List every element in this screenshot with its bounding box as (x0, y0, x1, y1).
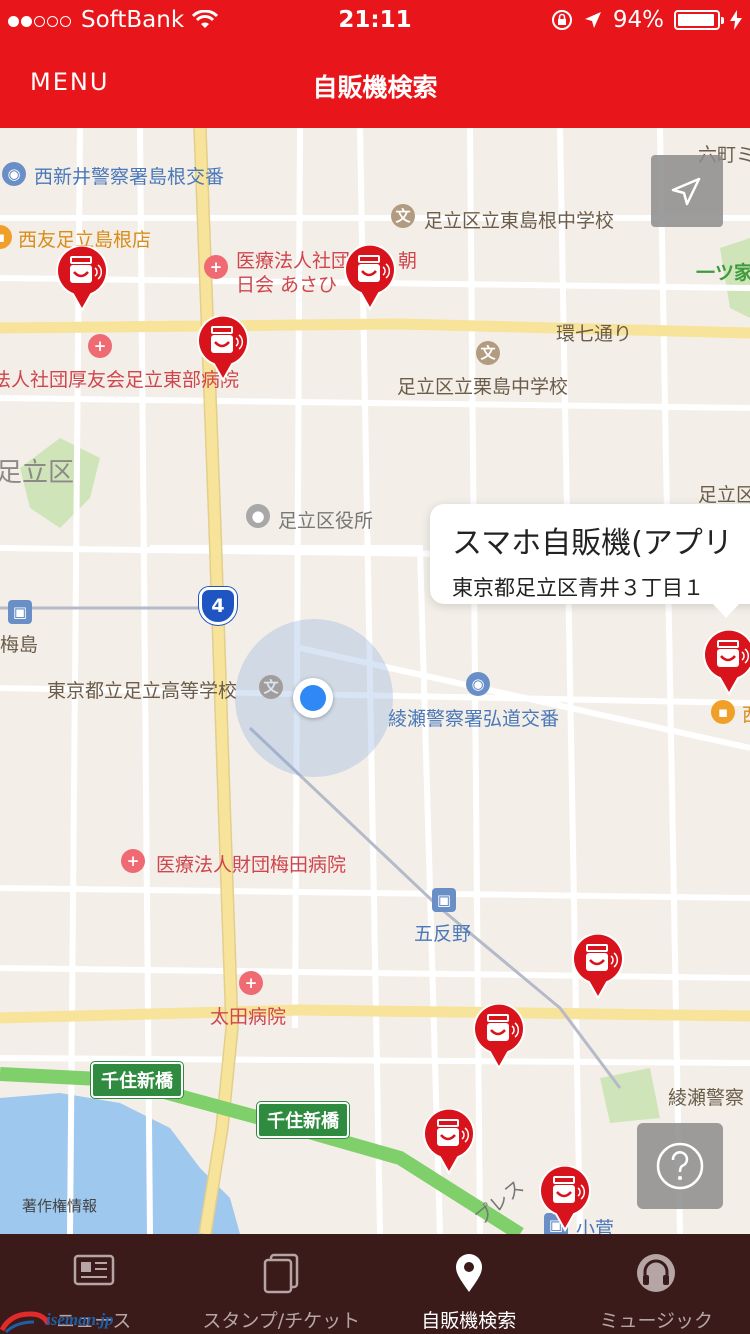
map-label-shop-right: 西 (742, 700, 750, 727)
nav-bar: MENU 自販機検索 (0, 40, 750, 128)
map-label-adachi-hs: 東京都立足立高等学校 (47, 680, 238, 702)
map-label-iryo-1: 医療法人社団 (236, 250, 351, 272)
current-location-button[interactable] (651, 155, 723, 227)
tab-label: ミュージック (599, 1310, 714, 1332)
vending-machine-pin-selected[interactable] (702, 630, 750, 696)
map-view[interactable]: ◉ 西新井警察署島根交番 ▪ 西友足立島根店 文 足立区立東島根中学校 + 医療… (0, 128, 750, 1234)
map-label-iryo-3: 日会 あさひ (236, 274, 338, 296)
battery-percent: 94% (612, 7, 664, 33)
vending-machine-pin[interactable] (55, 246, 109, 312)
hospital-icon: + (88, 334, 112, 358)
map-label-ayase-keisatsu: 綾瀬警察 (668, 1087, 745, 1109)
map-label-koban: 西新井警察署島根交番 (34, 166, 225, 188)
page-title: 自販機検索 (312, 73, 438, 102)
status-bar: SoftBank 21:11 94% (0, 0, 750, 40)
map-label-umeda: 医療法人財団梅田病院 (156, 854, 347, 876)
car-logo-icon (0, 1311, 51, 1334)
vending-machine-pin[interactable] (538, 1166, 592, 1232)
rotation-lock-icon (551, 10, 572, 30)
vending-machine-pin[interactable] (422, 1109, 476, 1175)
school-icon: 文 (476, 341, 500, 365)
route-shield: 4 (199, 587, 237, 625)
map-copyright-link[interactable]: 著作権情報 (22, 1195, 97, 1216)
tab-label: 自販機検索 (421, 1310, 517, 1332)
battery-icon (674, 10, 724, 30)
tab-stamp-ticket[interactable]: スタンプ/チケット (188, 1234, 376, 1334)
school-icon: 文 (391, 204, 415, 228)
map-label-higashi-jhs: 足立区立東島根中学校 (424, 210, 615, 232)
government-icon: ● (246, 504, 270, 528)
map-label-gotanno: 五反野 (414, 923, 472, 945)
police-icon: ◉ (466, 672, 490, 696)
user-location-dot (293, 678, 333, 718)
news-icon (73, 1254, 114, 1286)
watermark-text: iseman.jp (46, 1310, 114, 1329)
police-icon: ◉ (2, 162, 26, 186)
map-label-adachi-right: 足立区 (698, 484, 750, 506)
tab-label: スタンプ/チケット (202, 1310, 361, 1332)
vending-machine-pin[interactable] (343, 245, 397, 311)
question-mark-icon (656, 1142, 704, 1190)
watermark-logo: iseman.jp (0, 1300, 130, 1334)
hospital-icon: + (204, 255, 228, 279)
map-label-adachi-ku: 足立区 (0, 458, 75, 488)
help-button[interactable] (637, 1123, 723, 1209)
hospital-icon: + (121, 849, 145, 873)
map-label-kurijima-jhs: 足立区立栗島中学校 (397, 376, 569, 398)
map-label-kan7: 環七通り (556, 323, 633, 345)
callout-address: 東京都足立区青井３丁目１ (452, 576, 704, 600)
headphones-icon (637, 1254, 676, 1292)
charging-bolt-icon (730, 10, 742, 30)
vending-machine-pin[interactable] (196, 316, 250, 382)
vending-machine-callout[interactable]: スマホ自販機(アプリ 東京都足立区青井３丁目１ (430, 504, 750, 618)
callout-title: スマホ自販機(アプリ (452, 526, 733, 561)
map-label-hitotsuya: 一ツ家 (696, 262, 750, 284)
map-pin-icon (455, 1254, 482, 1292)
header: SoftBank 21:11 94% MENU 自販機検索 (0, 0, 750, 128)
map-label-ayase-koban: 綾瀬警察署弘道交番 (388, 708, 560, 730)
road-sign: 千住新橋 (91, 1062, 183, 1098)
map-label-ota: 太田病院 (210, 1006, 287, 1028)
train-station-icon: ▣ (8, 600, 32, 624)
location-arrow-icon (584, 12, 601, 28)
map-label-umejima: 梅島 (0, 634, 39, 656)
train-station-icon: ▣ (432, 888, 456, 912)
map-label-iryo-2: 朝 (398, 250, 418, 272)
stamp-ticket-icon (264, 1253, 299, 1294)
vending-machine-pin[interactable] (472, 1004, 526, 1070)
shop-icon: ▪ (711, 700, 735, 724)
location-arrow-icon (671, 177, 701, 206)
hospital-icon: + (239, 971, 263, 995)
map-label-kuyakusho: 足立区役所 (278, 510, 374, 532)
tab-music[interactable]: ミュージック (563, 1234, 750, 1334)
vending-machine-pin[interactable] (571, 934, 625, 1000)
tab-vending-search[interactable]: 自販機検索 (375, 1234, 563, 1334)
road-sign: 千住新橋 (257, 1102, 349, 1138)
